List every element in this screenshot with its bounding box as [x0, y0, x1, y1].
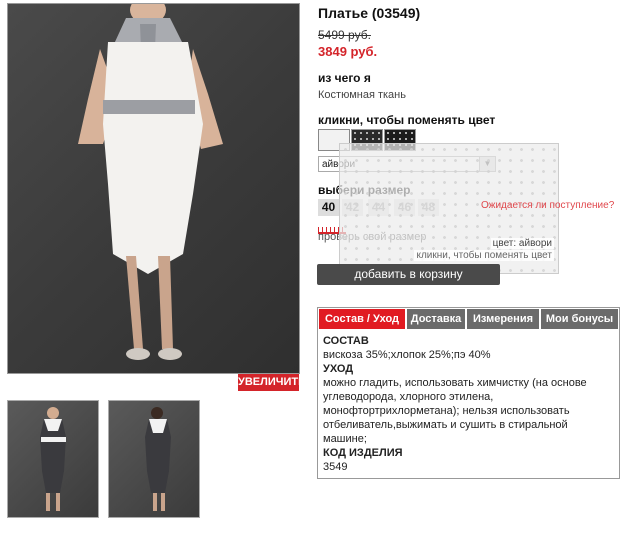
- composition-heading: СОСТАВ: [323, 335, 369, 347]
- new-price: 3849 руб.: [318, 44, 378, 59]
- zoom-button[interactable]: УВЕЛИЧИТЬ: [238, 374, 306, 391]
- size-option-40[interactable]: 40: [318, 199, 339, 216]
- code-value: 3549: [323, 461, 348, 473]
- tab-content: СОСТАВ вискоза 35%;хлопок 25%;пэ 40% УХО…: [323, 334, 613, 474]
- restock-link[interactable]: Ожидается ли поступление?: [481, 200, 614, 211]
- thumbnail-image: [145, 407, 171, 511]
- thumbnail-image: [40, 407, 66, 511]
- old-price: 5499 руб.: [318, 28, 371, 42]
- color-label: кликни, чтобы поменять цвет: [318, 113, 496, 127]
- overlay-hint-caption: кликни, чтобы поменять цвет: [414, 250, 554, 261]
- product-title: Платье (03549): [318, 5, 421, 21]
- tab-composition-care[interactable]: Состав / Уход: [319, 309, 405, 329]
- product-details-tabs: Состав / Уход Доставка Измерения Мои бон…: [317, 307, 620, 479]
- care-heading: УХОД: [323, 363, 354, 375]
- care-text: можно гладить, использовать химчистку (н…: [323, 377, 587, 445]
- add-to-cart-button[interactable]: добавить в корзину: [317, 264, 500, 285]
- main-product-photo[interactable]: [7, 3, 300, 374]
- thumbnail-side[interactable]: [108, 400, 200, 518]
- code-heading: КОД ИЗДЕЛИЯ: [323, 447, 403, 459]
- material-label: из чего я: [318, 71, 371, 85]
- dress-model-image: [78, 4, 223, 360]
- tab-bonuses[interactable]: Мои бонусы: [541, 309, 618, 329]
- composition-text: вискоза 35%;хлопок 25%;пэ 40%: [323, 349, 491, 361]
- tab-delivery[interactable]: Доставка: [407, 309, 465, 329]
- thumbnail-front[interactable]: [7, 400, 99, 518]
- material-value: Костюмная ткань: [318, 89, 406, 101]
- overlay-color-caption: цвет: айвори: [490, 238, 554, 249]
- tab-measurements[interactable]: Измерения: [467, 309, 539, 329]
